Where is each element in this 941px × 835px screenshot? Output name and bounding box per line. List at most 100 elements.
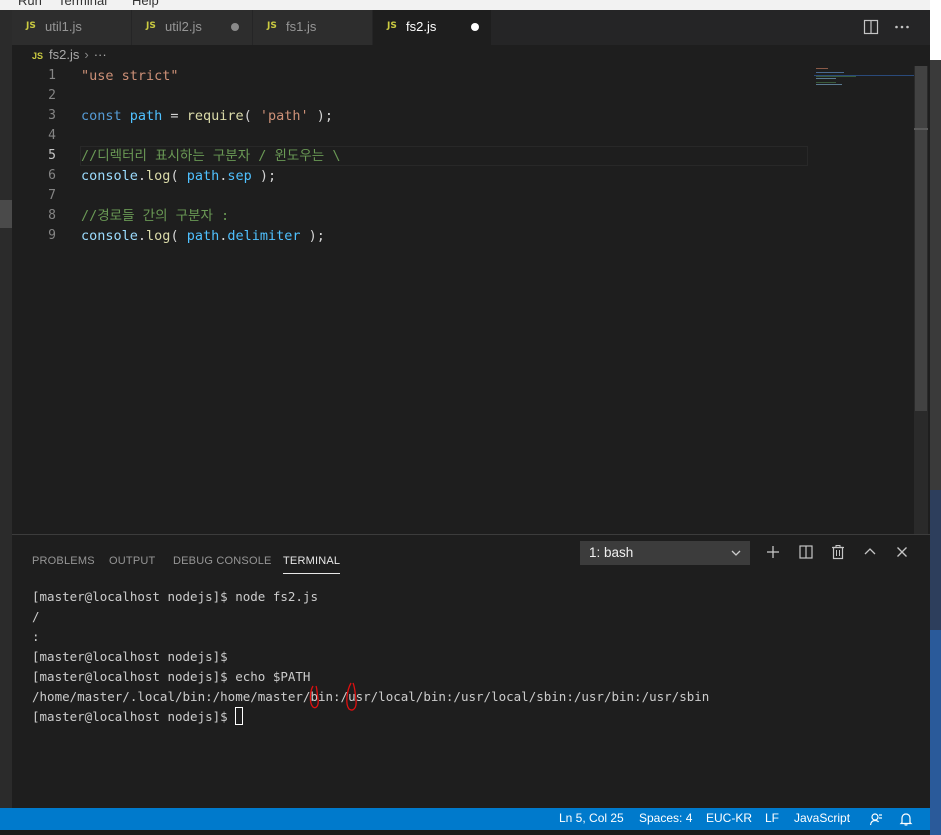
code-token: console xyxy=(81,228,138,244)
line-number: 1 xyxy=(48,68,56,83)
chevron-down-icon xyxy=(731,550,741,556)
scrollbar-thumb[interactable] xyxy=(915,66,927,411)
editor-window: JS util1.js JS util2.js JS fs1.js JS fs2… xyxy=(12,10,930,808)
editor-scrollbar[interactable] xyxy=(914,66,928,536)
menu-bar: › Run Terminal Help xyxy=(0,0,930,10)
js-file-icon: JS xyxy=(387,21,397,31)
code-line[interactable]: 9 console.log( path.delimiter ); xyxy=(12,226,914,246)
plus-icon[interactable] xyxy=(764,543,782,561)
code-text[interactable]: const path = require( 'path' ); xyxy=(81,106,333,126)
code-text[interactable]: "use strict" xyxy=(81,66,179,86)
menu-run[interactable]: Run xyxy=(18,0,42,8)
tab-label: fs1.js xyxy=(286,19,317,34)
code-text[interactable]: console.log( path.delimiter ); xyxy=(81,226,325,246)
code-line[interactable]: 1 "use strict" xyxy=(12,66,914,86)
split-terminal-icon[interactable] xyxy=(797,543,815,561)
minimap[interactable] xyxy=(814,66,914,106)
bottom-panel: PROBLEMS OUTPUT DEBUG CONSOLE TERMINAL 1… xyxy=(12,534,930,808)
close-icon[interactable] xyxy=(893,543,911,561)
code-line[interactable]: 3 const path = require( 'path' ); xyxy=(12,106,914,126)
status-cursor-position[interactable]: Ln 5, Col 25 xyxy=(559,811,624,825)
bell-icon[interactable] xyxy=(899,812,913,826)
code-text[interactable]: //디렉터리 표시하는 구분자 / 윈도우는 \ xyxy=(81,146,340,166)
status-indentation[interactable]: Spaces: 4 xyxy=(639,811,692,825)
status-eol[interactable]: LF xyxy=(765,811,779,825)
terminal-line: [master@localhost nodejs]$ node fs2.js xyxy=(32,589,318,604)
code-token: console xyxy=(81,168,138,184)
code-line[interactable]: 7 xyxy=(12,186,914,206)
code-token: . xyxy=(137,168,147,184)
breadcrumb-more[interactable]: ··· xyxy=(94,47,107,62)
terminal-prompt-line[interactable]: [master@localhost nodejs]$ xyxy=(32,707,912,727)
code-token: = xyxy=(162,108,187,124)
code-line[interactable]: 4 xyxy=(12,126,914,146)
tab-util1[interactable]: JS util1.js xyxy=(12,10,132,45)
code-text[interactable]: //경로들 간의 구분자 : xyxy=(81,206,229,226)
tab-problems[interactable]: PROBLEMS xyxy=(32,555,95,567)
code-line[interactable]: 6 console.log( path.sep ); xyxy=(12,166,914,186)
js-file-icon: JS xyxy=(26,21,36,31)
activity-bar-edge xyxy=(0,10,12,810)
code-line[interactable]: 5 //디렉터리 표시하는 구분자 / 윈도우는 \ xyxy=(12,146,914,166)
menu-help[interactable]: Help xyxy=(132,0,159,8)
code-token: require xyxy=(186,108,244,124)
line-number: 2 xyxy=(48,88,56,103)
tab-fs1[interactable]: JS fs1.js xyxy=(253,10,373,45)
code-token: ( xyxy=(243,108,260,124)
unsaved-dot-icon[interactable] xyxy=(231,23,239,31)
terminal-output[interactable]: [master@localhost nodejs]$ node fs2.js /… xyxy=(32,587,912,727)
code-line[interactable]: 2 xyxy=(12,86,914,106)
terminal-line: /home/master/.local/bin:/home/master/bin… xyxy=(32,689,710,704)
code-token: delimiter xyxy=(227,228,301,244)
line-number: 3 xyxy=(48,108,56,123)
status-bar: Ln 5, Col 25 Spaces: 4 EUC-KR LF JavaScr… xyxy=(0,808,930,830)
feedback-icon[interactable] xyxy=(869,812,883,826)
unsaved-dot-icon[interactable] xyxy=(471,23,479,31)
code-token: 'path' xyxy=(259,108,309,124)
red-annotation-mark xyxy=(346,682,357,711)
line-number: 5 xyxy=(48,148,56,163)
tab-debug-console[interactable]: DEBUG CONSOLE xyxy=(173,555,272,567)
line-number: 6 xyxy=(48,168,56,183)
tab-label: util1.js xyxy=(45,19,82,34)
breadcrumb[interactable]: JS fs2.js › ··· xyxy=(32,47,107,67)
line-number: 4 xyxy=(48,128,56,143)
terminal-prompt: [master@localhost nodejs]$ xyxy=(32,709,236,724)
code-token: log xyxy=(146,168,171,184)
terminal-select-value: 1: bash xyxy=(589,545,634,560)
terminal-line: / xyxy=(32,609,40,624)
status-language[interactable]: JavaScript xyxy=(794,811,850,825)
breadcrumb-file[interactable]: fs2.js xyxy=(49,47,79,62)
tab-terminal[interactable]: TERMINAL xyxy=(283,555,341,574)
status-encoding[interactable]: EUC-KR xyxy=(706,811,752,825)
terminal-cursor xyxy=(235,707,244,725)
more-actions-icon[interactable] xyxy=(893,18,911,36)
code-token: path xyxy=(186,168,220,184)
terminal-line: [master@localhost nodejs]$ echo $PATH xyxy=(32,669,311,684)
code-token: const xyxy=(81,108,130,124)
tab-label: util2.js xyxy=(165,19,202,34)
code-editor[interactable]: 1 "use strict" 2 3 const path = require( 'pa… xyxy=(12,66,914,536)
code-line[interactable]: 8 //경로들 간의 구분자 : xyxy=(12,206,914,226)
code-text[interactable]: console.log( path.sep ); xyxy=(81,166,276,186)
line-number: 8 xyxy=(48,208,56,223)
chevron-up-icon[interactable] xyxy=(861,543,879,561)
tab-util2[interactable]: JS util2.js xyxy=(132,10,253,45)
tab-bar: JS util1.js JS util2.js JS fs1.js JS fs2… xyxy=(12,10,930,45)
code-token: //경로들 간의 구분자 : xyxy=(81,208,230,224)
js-file-icon: JS xyxy=(267,21,277,31)
line-number: 7 xyxy=(48,188,56,203)
breadcrumb-separator: › xyxy=(84,47,89,62)
trash-icon[interactable] xyxy=(829,543,847,561)
tab-fs2[interactable]: JS fs2.js xyxy=(373,10,492,45)
tab-output[interactable]: OUTPUT xyxy=(109,555,155,567)
js-file-icon: JS xyxy=(146,21,156,31)
split-editor-icon[interactable] xyxy=(862,18,880,36)
taskbar-edge xyxy=(0,830,930,835)
code-token: //디렉터리 표시하는 구분자 / 윈도우는 \ xyxy=(81,148,341,164)
code-token: path xyxy=(129,108,163,124)
terminal-line: [master@localhost nodejs]$ xyxy=(32,649,228,664)
menu-terminal[interactable]: Terminal xyxy=(58,0,107,8)
code-token: ); xyxy=(300,228,325,244)
terminal-select[interactable]: 1: bash xyxy=(580,541,750,565)
